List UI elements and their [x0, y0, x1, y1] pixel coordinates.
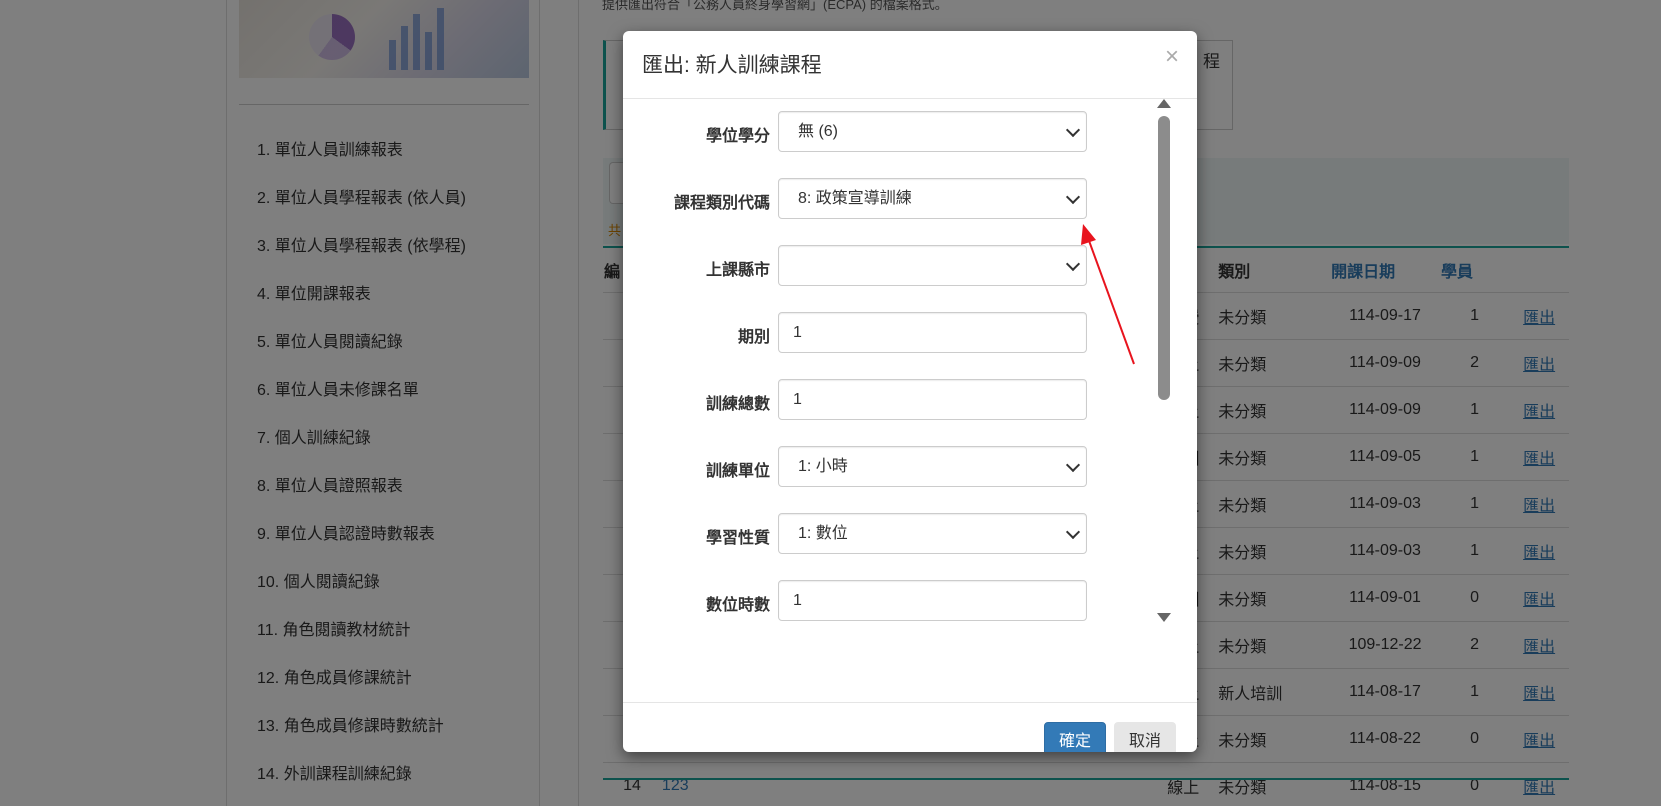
field-select[interactable]: 1: 數位 — [778, 513, 1087, 554]
chevron-down-icon[interactable] — [1066, 190, 1080, 204]
form-row: 課程類別代碼 8: 政策宣導訓練 — [623, 178, 1123, 220]
field-select[interactable] — [778, 245, 1087, 286]
field-label: 課程類別代碼 — [674, 189, 770, 213]
field-input[interactable]: 1 — [778, 580, 1087, 621]
modal-scrollbar[interactable] — [1156, 99, 1172, 622]
form-row: 學習性質 1: 數位 — [623, 513, 1123, 555]
field-value: 1: 數位 — [798, 525, 848, 542]
field-input[interactable]: 1 — [778, 379, 1087, 420]
export-modal: 匯出: 新人訓練課程 × 學位學分 無 (6) 課程類別代碼 8: 政策宣導訓練上課縣… — [623, 31, 1197, 752]
field-select[interactable]: 8: 政策宣導訓練 — [778, 178, 1087, 219]
scroll-up-arrow-icon[interactable] — [1157, 99, 1171, 108]
field-label: 上課縣市 — [706, 256, 770, 280]
field-value: 1 — [793, 324, 802, 341]
form-row: 訓練單位 1: 小時 — [623, 446, 1123, 488]
form-row: 上課縣市 — [623, 245, 1123, 287]
scrollbar-thumb[interactable] — [1158, 116, 1170, 400]
form-row: 期別 1 — [623, 312, 1123, 354]
field-value: 8: 政策宣導訓練 — [798, 190, 912, 207]
chevron-down-icon[interactable] — [1066, 458, 1080, 472]
field-value: 1: 小時 — [798, 458, 848, 475]
close-icon[interactable]: × — [1165, 45, 1179, 69]
cancel-button[interactable]: 取消 — [1114, 722, 1176, 752]
form-row: 數位時數 1 — [623, 580, 1123, 622]
field-label: 期別 — [738, 323, 770, 347]
form-row: 訓練總數 1 — [623, 379, 1123, 421]
field-label: 訓練總數 — [706, 390, 770, 414]
confirm-button[interactable]: 確定 — [1044, 722, 1106, 752]
chevron-down-icon[interactable] — [1066, 525, 1080, 539]
field-value: 無 (6) — [798, 123, 838, 140]
field-label: 學習性質 — [706, 524, 770, 548]
field-label: 訓練單位 — [706, 457, 770, 481]
field-label: 學位學分 — [706, 122, 770, 146]
chevron-down-icon[interactable] — [1066, 123, 1080, 137]
scroll-down-arrow-icon[interactable] — [1157, 613, 1171, 622]
modal-title: 匯出: 新人訓練課程 — [642, 49, 822, 79]
field-select[interactable]: 1: 小時 — [778, 446, 1087, 487]
field-select[interactable]: 無 (6) — [778, 111, 1087, 152]
modal-header: 匯出: 新人訓練課程 × — [623, 31, 1197, 99]
field-label: 數位時數 — [706, 591, 770, 615]
form-row: 學位學分 無 (6) — [623, 111, 1123, 153]
chevron-down-icon[interactable] — [1066, 257, 1080, 271]
modal-body[interactable]: 學位學分 無 (6) 課程類別代碼 8: 政策宣導訓練上課縣市期別 1 訓練總數 1 訓練單位… — [623, 99, 1197, 702]
field-input[interactable]: 1 — [778, 312, 1087, 353]
modal-footer: 確定 取消 — [623, 702, 1197, 752]
field-value: 1 — [793, 391, 802, 408]
field-value: 1 — [793, 592, 802, 609]
